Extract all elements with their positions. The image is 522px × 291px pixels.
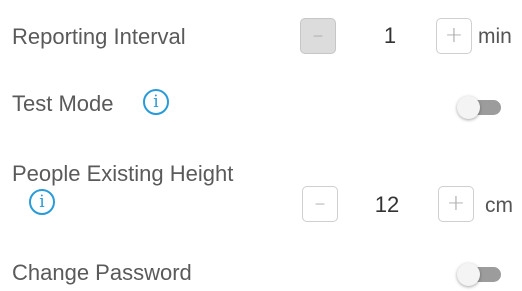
- people-existing-height-value[interactable]: 12: [362, 194, 412, 216]
- test-mode-info-icon[interactable]: i: [143, 89, 169, 115]
- people-existing-height-increment-button[interactable]: +: [438, 186, 474, 222]
- people-existing-height-decrement-button[interactable]: –: [302, 186, 338, 222]
- people-existing-height-unit: cm: [485, 194, 513, 217]
- toggle-knob: [457, 96, 480, 119]
- test-mode-toggle[interactable]: [457, 96, 501, 119]
- test-mode-label: Test Mode: [12, 91, 114, 116]
- reporting-interval-decrement-button[interactable]: –: [300, 18, 336, 54]
- reporting-interval-increment-button[interactable]: +: [436, 18, 472, 54]
- change-password-toggle[interactable]: [457, 263, 501, 286]
- reporting-interval-unit: min: [478, 25, 512, 48]
- change-password-label: Change Password: [12, 260, 192, 285]
- reporting-interval-label: Reporting Interval: [12, 24, 186, 49]
- people-existing-height-info-icon[interactable]: i: [29, 189, 55, 215]
- reporting-interval-value[interactable]: 1: [365, 25, 415, 47]
- toggle-knob: [457, 263, 480, 286]
- people-existing-height-label: People Existing Height: [12, 161, 234, 186]
